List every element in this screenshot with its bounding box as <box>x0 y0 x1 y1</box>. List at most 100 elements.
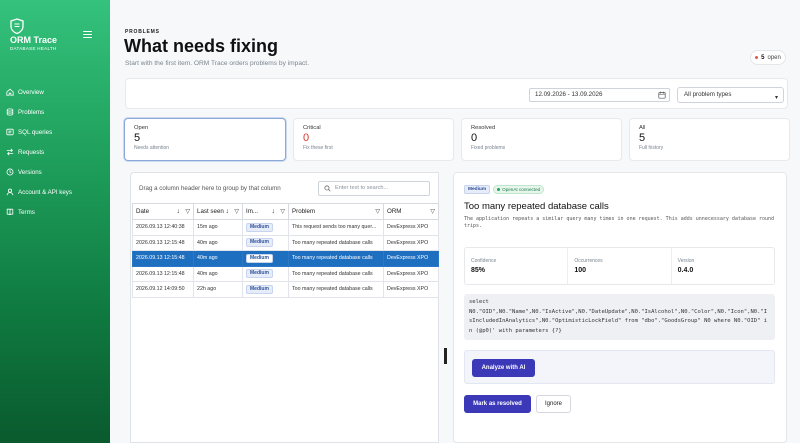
filter-icon[interactable]: ▽ <box>280 208 285 215</box>
column-label: Last seen <box>197 208 224 215</box>
mark-resolved-button[interactable]: Mark as resolved <box>464 395 531 413</box>
open-count: 5 <box>761 54 765 61</box>
panel-resize-handle[interactable] <box>444 348 447 364</box>
calendar-icon[interactable] <box>658 91 666 99</box>
sidebar-item-account[interactable]: Account & API keys <box>0 182 110 202</box>
chevron-down-icon: ▾ <box>774 95 778 101</box>
metric-confidence: Confidence 85% <box>465 248 569 284</box>
metric-label: Confidence <box>471 258 497 264</box>
date-range-input[interactable]: 12.09.2026 - 13.09.2026 <box>529 88 670 102</box>
table-row[interactable]: 2026.09.13 12:15:48 40m ago Medium Too m… <box>132 265 439 282</box>
column-header-impact[interactable]: Im... ↓ ▽ <box>242 203 289 220</box>
cell-date: 2026.09.12 14:09:50 <box>132 281 194 298</box>
ai-status-badge: OpenAI connected <box>493 185 545 194</box>
detail-title: Too many repeated database calls <box>464 201 609 212</box>
sort-down-icon[interactable]: ↓ <box>272 208 276 215</box>
impact-badge: Medium <box>246 238 273 248</box>
metric-version: Version 0.4.0 <box>672 248 774 284</box>
sidebar-item-label: Requests <box>18 148 45 156</box>
metric-value: 100 <box>574 267 587 274</box>
filter-bar: 12.09.2026 - 13.09.2026 All problem type… <box>125 78 788 109</box>
sort-down-icon[interactable]: ↓ <box>177 208 181 215</box>
ai-status-label: OpenAI connected <box>502 187 541 192</box>
column-header-last-seen[interactable]: Last seen ↓ ▽ <box>193 203 243 220</box>
versions-icon <box>6 168 14 176</box>
open-count-badge: 5 open <box>750 50 786 65</box>
cell-last-seen: 22h ago <box>193 281 243 298</box>
date-range-value: 12.09.2026 - 13.09.2026 <box>535 91 603 98</box>
sidebar: ORM Trace DATABASE HEALTH Overview Probl… <box>0 0 110 443</box>
stat-label: Critical <box>303 125 321 131</box>
sort-down-icon[interactable]: ↓ <box>226 208 230 215</box>
search-icon <box>324 185 331 192</box>
table-row-selected[interactable]: 2026.09.13 12:15:48 40m ago Medium Too m… <box>132 250 439 267</box>
ignore-button[interactable]: Ignore <box>536 395 571 413</box>
metric-occurrences: Occurrences 100 <box>568 248 672 284</box>
table-header-row: Date ↓ ▽ Last seen ↓ ▽ Im... ↓ ▽ Problem ▽ ORM ▽ <box>132 203 439 220</box>
page-title: What needs fixing <box>124 36 279 56</box>
stat-card-all[interactable]: All 5 Full history <box>629 118 790 161</box>
metric-label: Occurrences <box>574 258 603 264</box>
column-header-date[interactable]: Date ↓ ▽ <box>132 203 194 220</box>
grid-search-input[interactable]: Enter text to search... <box>318 181 430 196</box>
stat-label: All <box>639 125 646 131</box>
menu-toggle-icon[interactable] <box>83 31 92 38</box>
sidebar-item-overview[interactable]: Overview <box>0 82 110 102</box>
cell-date: 2026.09.13 12:15:48 <box>132 234 194 251</box>
sidebar-item-label: Problems <box>18 108 45 116</box>
filter-icon[interactable]: ▽ <box>234 208 239 215</box>
stat-card-resolved[interactable]: Resolved 0 Fixed problems <box>461 118 622 161</box>
problems-grid: Drag a column header here to group by th… <box>130 172 439 443</box>
cell-orm: DevExpress XPO <box>383 219 439 236</box>
stat-card-critical[interactable]: Critical 0 Fix these first <box>293 118 454 161</box>
sidebar-item-requests[interactable]: Requests <box>0 142 110 162</box>
sidebar-item-label: Overview <box>18 88 44 96</box>
table-row[interactable]: 2026.09.13 12:15:48 40m ago Medium Too m… <box>132 234 439 251</box>
sidebar-item-problems[interactable]: Problems <box>0 102 110 122</box>
stat-card-open[interactable]: Open 5 Needs attention <box>124 118 286 161</box>
problem-type-select[interactable]: All problem types ▾ <box>677 87 784 103</box>
cell-date: 2026.09.13 12:15:48 <box>132 250 194 267</box>
cell-last-seen: 40m ago <box>193 250 243 267</box>
cell-orm: DevExpress XPO <box>383 234 439 251</box>
sidebar-item-label: Terms <box>18 208 35 216</box>
severity-badge: Medium <box>464 185 491 194</box>
page-eyebrow: PROBLEMS <box>125 29 160 35</box>
page-subtitle: Start with the first item. ORM Trace ord… <box>125 60 309 67</box>
stat-note: Fixed problems <box>471 145 506 151</box>
brand: ORM Trace DATABASE HEALTH <box>10 18 57 51</box>
sidebar-item-terms[interactable]: Terms <box>0 202 110 222</box>
cell-date: 2026.09.13 12:15:48 <box>132 265 194 282</box>
cell-impact: Medium <box>242 234 289 251</box>
filter-icon[interactable]: ▽ <box>430 208 435 215</box>
column-header-orm[interactable]: ORM ▽ <box>383 203 439 220</box>
cell-last-seen: 40m ago <box>193 265 243 282</box>
metric-value: 0.4.0 <box>677 267 694 274</box>
status-dot-icon <box>497 188 501 191</box>
cell-orm: DevExpress XPO <box>383 250 439 267</box>
analyze-with-ai-button[interactable]: Analyze with AI <box>472 359 535 377</box>
shield-logo-icon <box>10 18 24 34</box>
table-row[interactable]: 2026.09.12 14:09:50 22h ago Medium Too m… <box>132 281 439 298</box>
sidebar-item-label: Account & API keys <box>18 188 72 196</box>
filter-icon[interactable]: ▽ <box>375 208 380 215</box>
cell-last-seen: 15m ago <box>193 219 243 236</box>
table-row[interactable]: 2026.09.13 12:40:38 15m ago Medium This … <box>132 219 439 236</box>
terms-icon <box>6 208 14 216</box>
stat-label: Resolved <box>471 125 496 131</box>
stat-note: Needs attention <box>134 145 170 151</box>
detail-badges: Medium OpenAI connected <box>464 185 545 194</box>
impact-badge: Medium <box>246 284 273 294</box>
cell-impact: Medium <box>242 250 289 267</box>
column-header-problem[interactable]: Problem ▽ <box>288 203 384 220</box>
sidebar-item-sql-queries[interactable]: SQL queries <box>0 122 110 142</box>
stat-value: 0 <box>471 132 478 144</box>
sidebar-item-label: SQL queries <box>18 128 53 136</box>
problems-table: Date ↓ ▽ Last seen ↓ ▽ Im... ↓ ▽ Problem ▽ ORM ▽… <box>132 203 439 298</box>
impact-badge: Medium <box>246 253 273 263</box>
column-label: ORM <box>387 208 402 215</box>
filter-icon[interactable]: ▽ <box>185 208 190 215</box>
stat-value: 5 <box>639 132 646 144</box>
sidebar-item-versions[interactable]: Versions <box>0 162 110 182</box>
stat-label: Open <box>134 125 149 131</box>
